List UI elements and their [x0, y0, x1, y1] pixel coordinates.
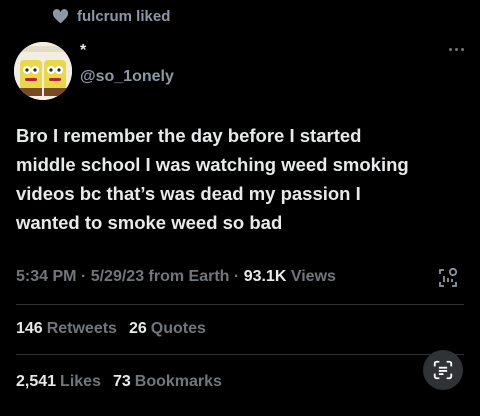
retweets-count: 146	[16, 320, 43, 337]
divider	[16, 304, 464, 305]
engagement-row: 2,541 Likes 73 Bookmarks	[16, 373, 222, 391]
likes-label: Likes	[60, 373, 101, 390]
tweet-metadata: 5:34 PM · 5/29/23 from Earth · 93.1K Vie…	[16, 268, 336, 286]
views-count: 93.1K	[243, 268, 287, 285]
scan-text-button[interactable]	[423, 350, 463, 390]
avatar-image	[14, 42, 72, 100]
bookmarks-stat[interactable]: 73 Bookmarks	[113, 373, 222, 391]
tweet-time[interactable]: 5:34 PM	[16, 268, 76, 285]
retweets-stat[interactable]: 146 Retweets	[16, 320, 117, 338]
avatar[interactable]	[14, 42, 72, 100]
social-context[interactable]: fulcrum liked	[52, 8, 170, 25]
likes-count: 2,541	[16, 373, 57, 390]
tweet-line: middle school I was watching weed smokin…	[16, 154, 409, 175]
scan-text-icon	[433, 360, 453, 380]
tweet-line: Bro I remember the day before I started	[16, 125, 362, 146]
more-icon[interactable]	[449, 48, 464, 51]
meta-separator: ·	[233, 268, 240, 285]
tweet-date[interactable]: 5/29/23	[91, 268, 144, 285]
quotes-label: Quotes	[150, 320, 206, 337]
retweets-label: Retweets	[46, 320, 117, 337]
views-label: Views	[290, 268, 336, 285]
social-context-text: fulcrum liked	[77, 8, 171, 25]
tweet-source: from Earth	[148, 268, 230, 285]
meta-separator: ·	[80, 268, 87, 285]
user-handle[interactable]: @so_1onely	[80, 68, 174, 86]
divider	[16, 354, 464, 355]
display-name[interactable]: *	[80, 42, 86, 60]
tweet-text: Bro I remember the day before I started …	[16, 121, 466, 237]
tweet-line: wanted to smoke weed so bad	[16, 212, 283, 233]
quotes-count: 26	[128, 320, 147, 337]
tweet-line: videos bc that’s was dead my passion I	[16, 183, 361, 204]
likes-stat[interactable]: 2,541 Likes	[16, 373, 101, 391]
bookmarks-count: 73	[112, 373, 131, 390]
engagement-row: 146 Retweets 26 Quotes	[16, 320, 206, 338]
bookmarks-label: Bookmarks	[134, 373, 222, 390]
heart-icon	[52, 9, 69, 24]
quotes-stat[interactable]: 26 Quotes	[129, 320, 206, 338]
analytics-icon[interactable]	[436, 266, 460, 290]
